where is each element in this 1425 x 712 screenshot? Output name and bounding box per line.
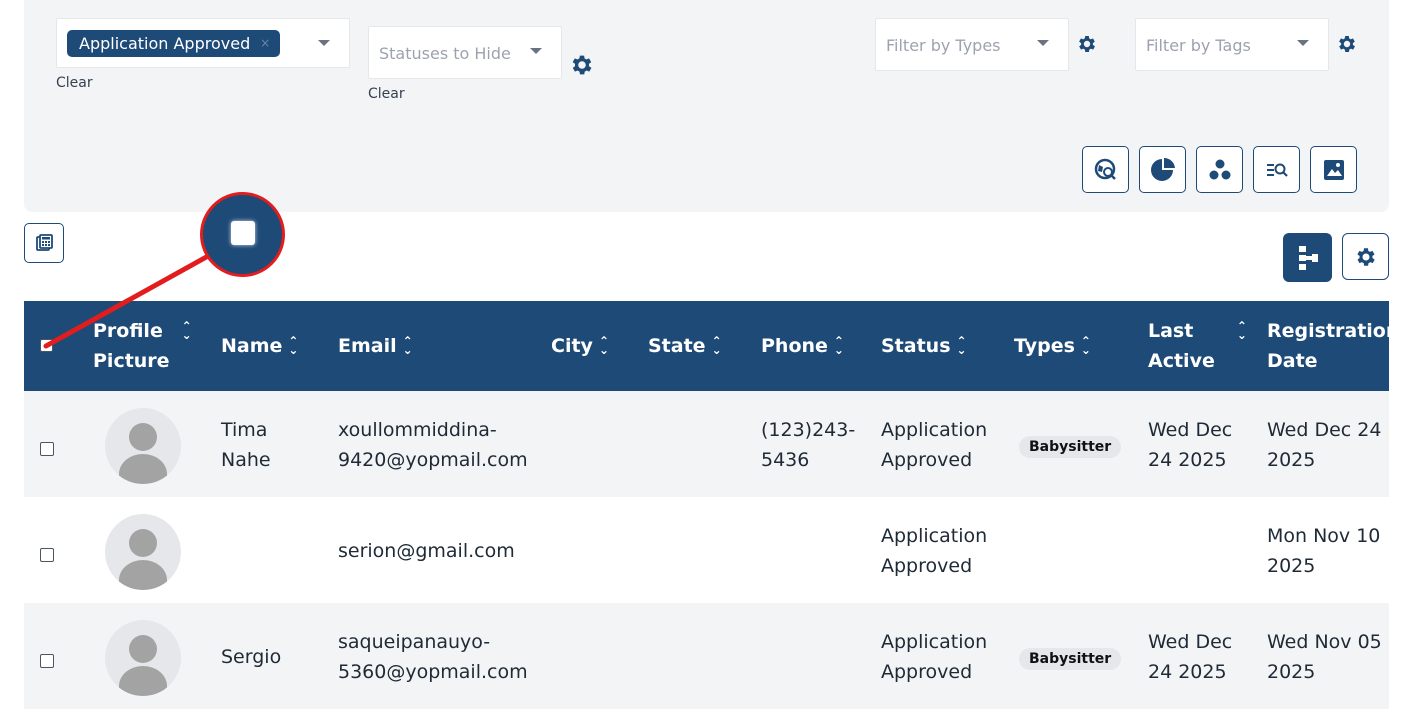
- tags-filter-select[interactable]: Filter by Tags: [1135, 18, 1329, 71]
- table-row[interactable]: Tima Nahe xoullommiddina- 9420@yopmail.com…: [24, 391, 1389, 497]
- select-all-checkbox[interactable]: [40, 339, 53, 352]
- cell-name: Tima Nahe: [221, 419, 271, 471]
- gear-icon: [1356, 247, 1375, 266]
- sort-icon: ⌃ ⌄: [956, 334, 967, 357]
- table-row[interactable]: Sergio saqueipanauyo- 5360@yopmail.com Ap…: [24, 603, 1389, 709]
- type-badge: Babysitter: [1019, 436, 1122, 458]
- image-icon: [1323, 159, 1344, 180]
- map-search-icon: [1094, 158, 1116, 180]
- status-filter-select[interactable]: Application Approved ×: [56, 18, 350, 68]
- header-email-label: Email: [338, 335, 397, 357]
- types-filter-placeholder: Filter by Types: [886, 36, 1001, 55]
- statuses-to-hide-placeholder: Statuses to Hide: [379, 44, 511, 63]
- header-profile-line1: Profile: [93, 320, 163, 342]
- statuses-to-hide-select[interactable]: Statuses to Hide: [368, 26, 562, 79]
- header-registration-date[interactable]: Registration Date: [1267, 316, 1399, 376]
- header-phone-label: Phone: [761, 335, 828, 357]
- cell-registration-date: Mon Nov 10 2025: [1267, 525, 1381, 577]
- status-clear-link[interactable]: Clear: [56, 75, 93, 91]
- chip-remove-icon[interactable]: ×: [260, 30, 270, 57]
- gear-icon[interactable]: [1336, 33, 1358, 55]
- page: Application Approved × Clear Statuses to…: [0, 0, 1425, 712]
- cell-last-active: Wed Dec 24 2025: [1148, 631, 1233, 683]
- header-name[interactable]: Name ⌃ ⌄: [221, 331, 298, 361]
- cell-last-active: Wed Dec 24 2025: [1148, 419, 1233, 471]
- avatar: [105, 514, 181, 590]
- pie-chart-button[interactable]: [1139, 146, 1186, 193]
- header-email[interactable]: Email ⌃ ⌄: [338, 331, 413, 361]
- tree-icon: [1298, 245, 1318, 270]
- cell-email: serion@gmail.com: [338, 540, 515, 562]
- sort-icon: ⌃ ⌄: [833, 334, 844, 357]
- cell-email: saqueipanauyo- 5360@yopmail.com: [338, 631, 528, 683]
- table-header: Profile Picture ⌃ ⌄ Name ⌃ ⌄ Email ⌃ ⌄ City ⌃ ⌄ …: [24, 301, 1399, 391]
- table-settings-button[interactable]: [1342, 233, 1389, 280]
- sort-icon: ⌃ ⌄: [288, 334, 299, 357]
- tree-view-button[interactable]: [1283, 233, 1332, 282]
- annotation-zoom-circle: [200, 192, 285, 277]
- header-reg-line2: Date: [1267, 350, 1318, 372]
- row-checkbox[interactable]: [40, 548, 54, 562]
- pie-chart-icon: [1150, 157, 1175, 181]
- header-name-label: Name: [221, 335, 283, 357]
- image-button[interactable]: [1310, 146, 1357, 193]
- header-state[interactable]: State ⌃ ⌄: [648, 331, 722, 361]
- sort-icon: ⌃ ⌄: [598, 334, 609, 357]
- filter-panel: Application Approved × Clear Statuses to…: [24, 0, 1389, 212]
- row-checkbox[interactable]: [40, 654, 54, 668]
- header-state-label: State: [648, 335, 706, 357]
- header-status[interactable]: Status ⌃ ⌄: [881, 331, 967, 361]
- sort-icon: ⌃ ⌄: [1080, 334, 1091, 357]
- map-search-button[interactable]: [1082, 146, 1129, 193]
- header-profile-picture[interactable]: Profile Picture ⌃ ⌄: [93, 316, 192, 376]
- type-badge: Babysitter: [1019, 648, 1122, 670]
- zoomed-checkbox: [231, 221, 255, 245]
- calculator-icon: [36, 234, 53, 251]
- header-types-label: Types: [1014, 335, 1075, 357]
- cluster-icon: [1209, 159, 1230, 179]
- cell-status: Application Approved: [881, 631, 988, 683]
- header-city[interactable]: City ⌃ ⌄: [551, 331, 609, 361]
- chevron-down-icon: [1297, 40, 1309, 46]
- cell-name: Sergio: [221, 646, 282, 668]
- cell-email: xoullommiddina- 9420@yopmail.com: [338, 419, 528, 471]
- chevron-down-icon: [530, 48, 542, 54]
- list-search-icon: [1266, 163, 1288, 177]
- status-chip-label: Application Approved: [79, 34, 251, 53]
- sort-icon: ⌃ ⌄: [181, 319, 192, 342]
- header-profile-line2: Picture: [93, 350, 170, 372]
- gear-icon[interactable]: [1076, 33, 1098, 55]
- cluster-button[interactable]: [1196, 146, 1243, 193]
- avatar: [105, 408, 181, 484]
- sort-icon: ⌃ ⌄: [402, 334, 413, 357]
- cell-status: Application Approved: [881, 525, 988, 577]
- sort-icon: ⌃ ⌄: [711, 334, 722, 357]
- calculator-button[interactable]: [24, 223, 64, 263]
- sort-icon: ⌃ ⌄: [1236, 319, 1247, 342]
- chevron-down-icon: [1037, 40, 1049, 46]
- cell-registration-date: Wed Dec 24 2025: [1267, 419, 1382, 471]
- hide-clear-link[interactable]: Clear: [368, 86, 405, 102]
- header-reg-line1: Registration: [1267, 320, 1400, 342]
- status-chip: Application Approved ×: [67, 30, 281, 57]
- types-filter-select[interactable]: Filter by Types: [875, 18, 1069, 71]
- header-city-label: City: [551, 335, 593, 357]
- header-phone[interactable]: Phone ⌃ ⌄: [761, 331, 844, 361]
- cell-registration-date: Wed Nov 05 2025: [1267, 631, 1382, 683]
- avatar: [105, 620, 181, 696]
- cell-phone: (123)243- 5436: [761, 419, 856, 471]
- header-status-label: Status: [881, 335, 951, 357]
- row-checkbox[interactable]: [40, 442, 54, 456]
- cell-status: Application Approved: [881, 419, 988, 471]
- header-last-line2: Active: [1148, 350, 1215, 372]
- list-search-button[interactable]: [1253, 146, 1300, 193]
- header-last-active[interactable]: Last Active ⌃ ⌄: [1148, 316, 1247, 376]
- chevron-down-icon: [318, 40, 330, 46]
- header-last-line1: Last: [1148, 320, 1194, 342]
- tags-filter-placeholder: Filter by Tags: [1146, 36, 1251, 55]
- table-row[interactable]: serion@gmail.com Application Approved Mon…: [24, 497, 1389, 603]
- gear-icon[interactable]: [569, 52, 595, 78]
- header-types[interactable]: Types ⌃ ⌄: [1014, 331, 1091, 361]
